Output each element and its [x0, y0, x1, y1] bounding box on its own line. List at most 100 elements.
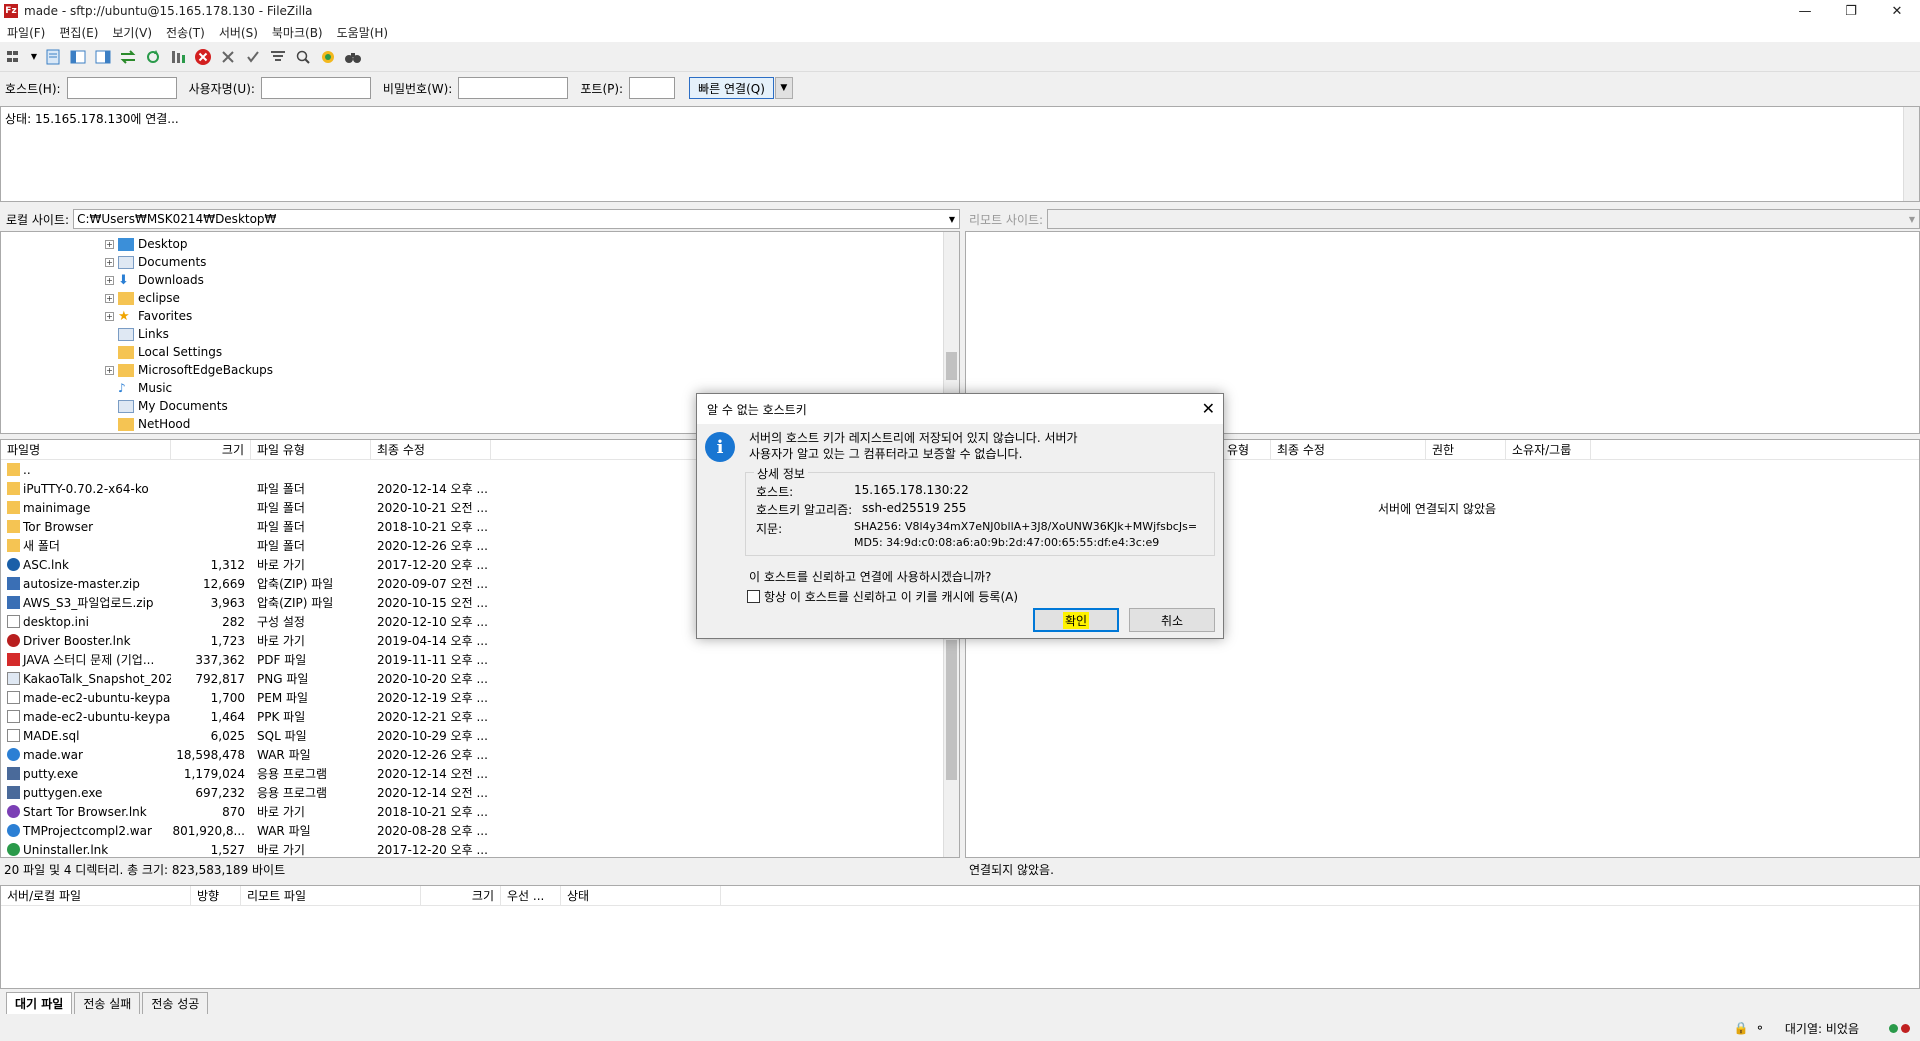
tree-expander-icon[interactable]: + — [105, 293, 114, 303]
port-input[interactable] — [629, 77, 676, 99]
file-row[interactable]: Start Tor Browser.lnk 870 바로 가기 2018-10-21 … — [1, 802, 959, 821]
tree-item[interactable]: + ★ Favorites — [105, 307, 192, 325]
column-modified[interactable]: 최종 수정 — [1271, 440, 1426, 459]
file-row[interactable]: KakaoTalk_Snapshot_202... 792,817 PNG 파일 20… — [1, 669, 959, 688]
queue-column-size[interactable]: 크기 — [421, 886, 501, 905]
file-row[interactable]: made-ec2-ubuntu-keypai... 1,700 PEM 파일 2020… — [1, 688, 959, 707]
column-filename[interactable]: 파일명 — [1, 440, 171, 459]
tree-item[interactable]: + eclipse — [105, 289, 180, 307]
process-queue-icon[interactable] — [167, 46, 189, 68]
always-trust-checkbox[interactable] — [747, 590, 760, 603]
tree-expander-icon[interactable] — [105, 420, 114, 429]
file-row[interactable]: made-ec2-ubuntu-keypai... 1,464 PPK 파일 2020… — [1, 707, 959, 726]
tree-item[interactable]: Links — [105, 325, 169, 343]
site-manager-dropdown-icon[interactable]: ▼ — [29, 46, 39, 68]
directory-listing-filters-icon[interactable] — [267, 46, 289, 68]
tree-expander-icon[interactable] — [105, 402, 114, 411]
info-icon: i — [705, 432, 735, 462]
refresh-icon[interactable] — [142, 46, 164, 68]
quickconnect-button[interactable]: 빠른 연결(Q) — [689, 77, 774, 99]
cancel-operation-icon[interactable] — [192, 46, 214, 68]
queue-column-direction[interactable]: 방향 — [191, 886, 241, 905]
dialog-close-icon[interactable]: ✕ — [1202, 399, 1215, 418]
queue-column-priority[interactable]: 우선 ... — [501, 886, 561, 905]
tree-item[interactable]: + Desktop — [105, 235, 188, 253]
tree-expander-icon[interactable]: + — [105, 311, 114, 321]
file-row[interactable]: putty.exe 1,179,024 응용 프로그램 2020-12-14 오전 .… — [1, 764, 959, 783]
queue-column-local-file[interactable]: 서버/로컬 파일 — [1, 886, 191, 905]
remote-path-input[interactable]: ▼ — [1047, 209, 1920, 229]
column-type[interactable]: 유형 — [1221, 440, 1271, 459]
tree-item[interactable]: Local Settings — [105, 343, 222, 361]
password-input[interactable] — [458, 77, 569, 99]
toggle-directory-comparison-icon[interactable] — [292, 46, 314, 68]
local-path-input[interactable]: C:₩Users₩MSK0214₩Desktop₩ ▼ — [73, 209, 960, 229]
queue-column-remote-file[interactable]: 리모트 파일 — [241, 886, 421, 905]
tab-failed-transfers[interactable]: 전송 실패 — [74, 992, 141, 1014]
tab-queued-files[interactable]: 대기 파일 — [6, 992, 73, 1014]
file-row[interactable]: JAVA 스터디 문제 (기업... 337,362 PDF 파일 2019-11-1… — [1, 650, 959, 669]
title-bar: Fz made - sftp://ubuntu@15.165.178.130 -… — [0, 0, 1920, 22]
local-tree-scroll-thumb[interactable] — [946, 352, 957, 380]
tree-item[interactable]: ♪ Music — [105, 379, 172, 397]
search-remote-files-icon[interactable] — [342, 46, 364, 68]
file-row[interactable]: TMProjectcompl2.war 801,920,8... WAR 파일 202… — [1, 821, 959, 840]
menu-edit[interactable]: 편집(E) — [52, 24, 105, 41]
tab-successful-transfers[interactable]: 전송 성공 — [142, 992, 209, 1014]
tree-item[interactable]: + ⬇ Downloads — [105, 271, 204, 289]
disconnect-icon[interactable] — [217, 46, 239, 68]
reconnect-icon[interactable] — [242, 46, 264, 68]
file-row[interactable]: MADE.sql 6,025 SQL 파일 2020-10-29 오후 ... — [1, 726, 959, 745]
toggle-log-icon[interactable] — [42, 46, 64, 68]
column-owner-group[interactable]: 소유자/그룹 — [1506, 440, 1591, 459]
chevron-down-icon[interactable]: ▼ — [1909, 215, 1915, 224]
synchronized-browsing-icon[interactable] — [317, 46, 339, 68]
toggle-local-tree-icon[interactable] — [67, 46, 89, 68]
column-filetype[interactable]: 파일 유형 — [251, 440, 371, 459]
column-size[interactable]: 크기 — [171, 440, 251, 459]
queue-column-status[interactable]: 상태 — [561, 886, 721, 905]
column-modified[interactable]: 최종 수정 — [371, 440, 491, 459]
tree-item[interactable]: NetHood — [105, 415, 190, 433]
speed-limit-icon[interactable]: ⚬ — [1755, 1021, 1765, 1035]
log-scrollbar[interactable] — [1903, 107, 1919, 201]
menu-help[interactable]: 도움말(H) — [330, 24, 396, 41]
tree-expander-icon[interactable] — [105, 348, 114, 357]
file-type: PEM 파일 — [257, 691, 309, 705]
tree-expander-icon[interactable]: + — [105, 257, 114, 267]
column-permissions[interactable]: 권한 — [1426, 440, 1506, 459]
file-row[interactable]: Uninstaller.lnk 1,527 바로 가기 2017-12-20 오후 .… — [1, 840, 959, 857]
folder-icon — [118, 363, 134, 377]
chevron-down-icon[interactable]: ▼ — [949, 215, 955, 224]
file-type: 파일 폴더 — [257, 520, 305, 534]
ok-button[interactable]: 확인 — [1033, 608, 1119, 632]
file-row[interactable]: made.war 18,598,478 WAR 파일 2020-12-26 오후 ..… — [1, 745, 959, 764]
toggle-queue-icon[interactable] — [117, 46, 139, 68]
cancel-button[interactable]: 취소 — [1129, 608, 1215, 632]
tree-expander-icon[interactable] — [105, 384, 114, 393]
tree-expander-icon[interactable]: + — [105, 365, 114, 375]
tree-item[interactable]: + Documents — [105, 253, 206, 271]
tree-item[interactable]: + MicrosoftEdgeBackups — [105, 361, 273, 379]
minimize-button[interactable]: — — [1782, 0, 1828, 22]
site-manager-icon[interactable] — [4, 46, 26, 68]
host-input[interactable] — [66, 77, 177, 99]
remote-status: 연결되지 않았음. — [965, 859, 1920, 879]
tree-item[interactable]: My Documents — [105, 397, 228, 415]
menu-file[interactable]: 파일(F) — [0, 24, 52, 41]
close-window-button[interactable]: ✕ — [1874, 0, 1920, 22]
quickconnect-dropdown-icon[interactable]: ▼ — [774, 77, 793, 99]
tree-expander-icon[interactable]: + — [105, 275, 114, 285]
tree-expander-icon[interactable] — [105, 330, 114, 339]
menu-bookmarks[interactable]: 북마크(B) — [265, 24, 330, 41]
always-trust-checkbox-row[interactable]: 항상 이 호스트를 신뢰하고 이 키를 캐시에 등록(A) — [747, 588, 1018, 605]
toggle-remote-tree-icon[interactable] — [92, 46, 114, 68]
local-file-scroll-thumb[interactable] — [946, 640, 957, 780]
menu-transfer[interactable]: 전송(T) — [159, 24, 212, 41]
menu-view[interactable]: 보기(V) — [105, 24, 159, 41]
restore-button[interactable]: ❐ — [1828, 0, 1874, 22]
file-row[interactable]: puttygen.exe 697,232 응용 프로그램 2020-12-14 오전 … — [1, 783, 959, 802]
menu-server[interactable]: 서버(S) — [212, 24, 265, 41]
username-input[interactable] — [260, 77, 371, 99]
tree-expander-icon[interactable]: + — [105, 239, 114, 249]
